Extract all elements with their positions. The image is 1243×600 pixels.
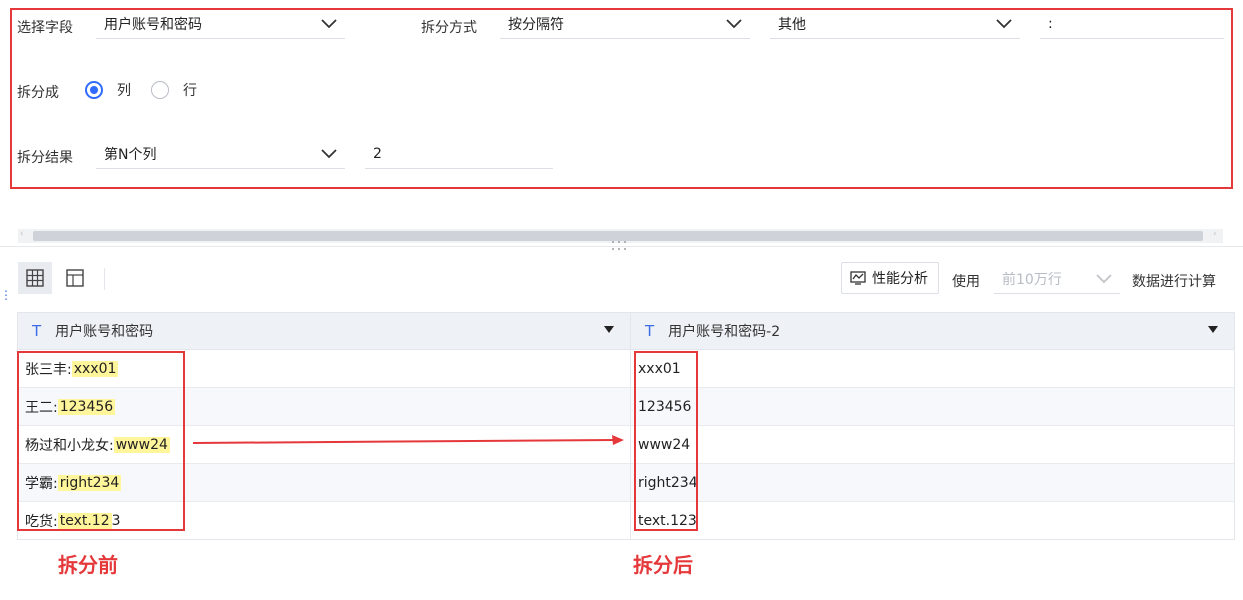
custom-separator-input[interactable]: : — [1040, 9, 1224, 39]
field-select[interactable]: 用户账号和密码 — [96, 9, 345, 39]
scroll-right-arrow-icon[interactable]: › — [1213, 229, 1217, 239]
field-label: 选择字段 — [17, 20, 73, 36]
chart-analysis-icon — [850, 271, 866, 285]
after-label: 拆分后 — [633, 553, 693, 577]
column-header-1-label: 用户账号和密码 — [55, 324, 154, 340]
table-cell[interactable]: text.123 — [631, 502, 1234, 539]
radio-column-label: 列 — [117, 83, 131, 99]
grid-icon — [26, 269, 44, 287]
after-highlight-box — [634, 351, 698, 531]
compute-label: 数据进行计算 — [1132, 274, 1216, 290]
result-n-value: 2 — [373, 145, 382, 162]
use-label: 使用 — [952, 274, 980, 290]
radio-row-label: 行 — [183, 83, 197, 99]
result-label: 拆分结果 — [17, 150, 73, 166]
radio-column[interactable] — [85, 81, 103, 99]
performance-analysis-label: 性能分析 — [872, 271, 928, 287]
table-cell[interactable]: xxx01 — [631, 350, 1234, 387]
sort-dropdown-icon[interactable] — [604, 326, 614, 333]
method-select-value: 按分隔符 — [508, 16, 564, 33]
chevron-down-icon — [321, 148, 337, 158]
scroll-left-arrow-icon[interactable]: ‹ — [20, 229, 24, 239]
split-arrow-icon — [192, 435, 624, 445]
before-highlight-box — [17, 351, 185, 531]
chevron-down-icon — [996, 18, 1012, 28]
before-label: 拆分前 — [58, 553, 118, 577]
radio-row[interactable] — [151, 81, 169, 99]
sort-dropdown-icon[interactable] — [1208, 326, 1218, 333]
table-header: T 用户账号和密码 T 用户账号和密码-2 — [18, 313, 1234, 350]
layout-icon — [66, 269, 84, 287]
split-into-radio-group: 列 行 — [85, 80, 197, 100]
table-cell[interactable]: right234 — [631, 464, 1234, 501]
chevron-down-icon — [1096, 273, 1112, 283]
text-type-icon: T — [645, 322, 655, 340]
text-type-icon: T — [32, 322, 42, 340]
result-select-value: 第N个列 — [104, 146, 157, 163]
method-label: 拆分方式 — [421, 20, 477, 36]
split-into-label: 拆分成 — [17, 85, 59, 101]
separator-select-value: 其他 — [778, 16, 806, 33]
column-header-1[interactable]: T 用户账号和密码 — [18, 313, 631, 349]
rows-limit-placeholder: 前10万行 — [1002, 271, 1062, 288]
result-select[interactable]: 第N个列 — [96, 139, 345, 169]
method-select[interactable]: 按分隔符 — [500, 9, 750, 39]
field-select-value: 用户账号和密码 — [104, 16, 202, 33]
table-row: 张三丰: xxx01 xxx01 — [18, 350, 1234, 388]
toolbar-separator — [104, 268, 105, 290]
result-n-input[interactable]: 2 — [365, 139, 553, 169]
table-row: 学霸: right234 right234 — [18, 464, 1234, 502]
side-handle-icon[interactable]: ⋮ — [0, 288, 12, 302]
chevron-down-icon — [321, 18, 337, 28]
column-header-2-label: 用户账号和密码-2 — [668, 324, 781, 340]
column-header-2[interactable]: T 用户账号和密码-2 — [631, 313, 1234, 349]
resize-handle-icon[interactable] — [611, 240, 627, 255]
custom-separator-value: : — [1048, 15, 1053, 32]
table-row: 吃货: text.12 3 text.123 — [18, 502, 1234, 539]
separator-select[interactable]: 其他 — [770, 9, 1020, 39]
rows-limit-select[interactable]: 前10万行 — [994, 264, 1120, 294]
data-table: T 用户账号和密码 T 用户账号和密码-2 张三丰: xxx01 xxx01 王二… — [17, 312, 1235, 540]
table-row: 王二: 123456 123456 — [18, 388, 1234, 426]
grid-view-button[interactable] — [18, 262, 52, 294]
performance-analysis-button[interactable]: 性能分析 — [841, 262, 939, 294]
table-cell[interactable]: 123456 — [631, 388, 1234, 425]
chevron-down-icon — [726, 18, 742, 28]
layout-view-button[interactable] — [58, 262, 92, 294]
table-cell[interactable]: www24 — [631, 426, 1234, 463]
